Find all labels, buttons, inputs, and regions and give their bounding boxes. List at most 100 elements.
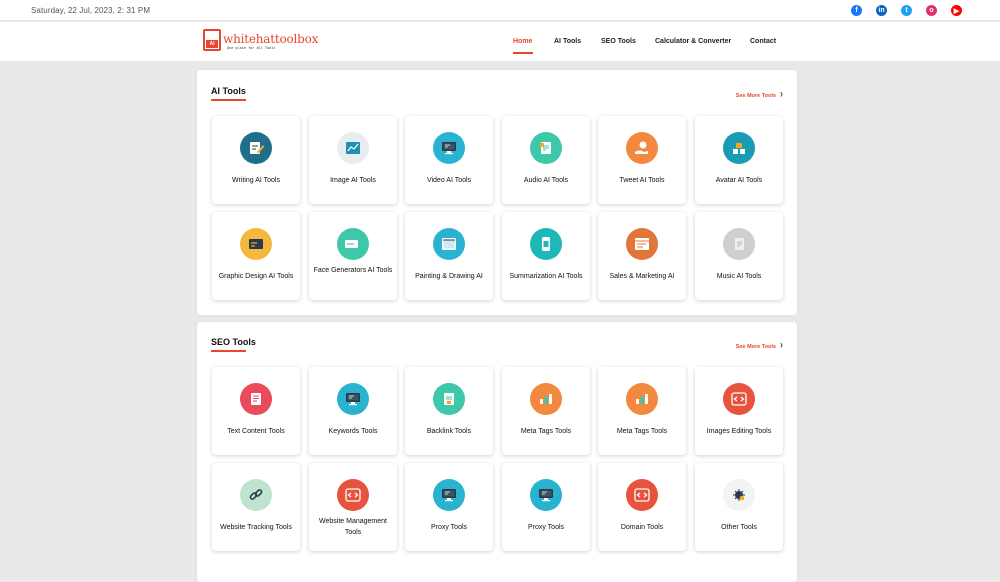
tweet-hand-icon (626, 132, 658, 164)
tool-card-label: Proxy Tools (430, 524, 468, 531)
seo-tool-card[interactable]: Proxy Tools (502, 463, 590, 551)
seo-tool-card[interactable]: Proxy Tools (405, 463, 493, 551)
ai-tool-card[interactable]: Writing AI Tools (212, 116, 300, 204)
backlink-doc-icon (433, 383, 465, 415)
tool-card-label: Domain Tools (620, 524, 664, 531)
code-icon (626, 479, 658, 511)
seo-tool-card[interactable]: Other Tools (695, 463, 783, 551)
ai-tool-card[interactable]: Graphic Design AI Tools (212, 212, 300, 300)
tool-card-label: Sales & Marketing AI (609, 273, 675, 280)
ai-tools-panel: AI Tools See More Tools › Writing AI Tool… (197, 70, 797, 315)
nav-contact[interactable]: Contact (750, 38, 776, 45)
seo-see-more-label: See More Tools (735, 344, 776, 350)
design-board-icon (240, 228, 272, 260)
twitter-icon[interactable]: t (901, 5, 912, 16)
site-header: AI whitehattoolbox One place for all Too… (0, 22, 1000, 62)
tool-card-label: Summarization AI Tools (509, 273, 583, 280)
logo-icon[interactable]: AI (203, 29, 221, 51)
ai-tool-card[interactable]: Video AI Tools (405, 116, 493, 204)
seo-tool-card[interactable]: Text Content Tools (212, 367, 300, 455)
tool-card-label: Meta Tags Tools (616, 428, 668, 435)
monitor-icon (433, 132, 465, 164)
ai-tool-card[interactable]: Tweet AI Tools (598, 116, 686, 204)
browser-window-icon (626, 228, 658, 260)
ai-tool-card[interactable]: Summarization AI Tools (502, 212, 590, 300)
ai-see-more-link[interactable]: See More Tools › (735, 88, 783, 100)
linkedin-icon[interactable]: in (876, 5, 887, 16)
chevron-right-icon: › (780, 339, 783, 351)
seo-tool-card[interactable]: Website Tracking Tools (212, 463, 300, 551)
tool-card-label: Tweet AI Tools (619, 177, 665, 184)
seo-tools-panel: SEO Tools See More Tools › Text Content T… (197, 322, 797, 582)
instagram-icon[interactable]: o (926, 5, 937, 16)
tool-card-label: Backlink Tools (426, 428, 472, 435)
tool-card-label: Painting & Drawing AI (415, 273, 483, 280)
ai-tool-card[interactable]: Painting & Drawing AI (405, 212, 493, 300)
seo-tool-card[interactable]: Meta Tags Tools (502, 367, 590, 455)
tool-card-label: Audio AI Tools (523, 177, 569, 184)
seo-tool-card[interactable]: Meta Tags Tools (598, 367, 686, 455)
ai-tool-card[interactable]: Face Generators AI Tools (309, 212, 397, 300)
seo-tools-heading: SEO Tools (211, 337, 256, 347)
audio-doc-icon (530, 132, 562, 164)
facebook-icon[interactable]: f (851, 5, 862, 16)
seo-tool-card[interactable]: Backlink Tools (405, 367, 493, 455)
logo-text[interactable]: whitehattoolbox (223, 32, 318, 46)
tool-card-label: Keywords Tools (328, 428, 378, 435)
canvas-icon (433, 228, 465, 260)
code-icon (723, 383, 755, 415)
seo-tool-card[interactable]: Images Editing Tools (695, 367, 783, 455)
monitor-icon (530, 479, 562, 511)
seo-tool-card[interactable]: Keywords Tools (309, 367, 397, 455)
ai-tools-heading: AI Tools (211, 86, 246, 96)
nav-seo-tools[interactable]: SEO Tools (601, 38, 636, 45)
tool-card-label: Images Editing Tools (706, 428, 772, 435)
seo-see-more-link[interactable]: See More Tools › (735, 339, 783, 351)
seo-tool-card[interactable]: Domain Tools (598, 463, 686, 551)
ai-tool-card[interactable]: Music AI Tools (695, 212, 783, 300)
tool-card-label: Music AI Tools (716, 273, 762, 280)
current-datetime: Saturday, 22 Jul, 2023, 2: 31 PM (31, 6, 151, 15)
logo-tagline: One place for all Tools (227, 46, 276, 50)
nav-home[interactable]: Home (513, 38, 532, 45)
seo-tool-card[interactable]: Website Management Tools (309, 463, 397, 551)
image-chart-icon (337, 132, 369, 164)
nav-active-indicator (513, 52, 533, 54)
top-bar: Saturday, 22 Jul, 2023, 2: 31 PM f in t o ▶ (0, 0, 1000, 21)
tool-card-label: Writing AI Tools (232, 177, 280, 184)
chevron-right-icon: › (780, 88, 783, 100)
bug-gear-icon (723, 479, 755, 511)
monitor-icon (337, 383, 369, 415)
tool-card-label: Other Tools (721, 524, 757, 531)
music-doc-icon (723, 228, 755, 260)
ai-tool-card[interactable]: Sales & Marketing AI (598, 212, 686, 300)
ai-tool-card[interactable]: Image AI Tools (309, 116, 397, 204)
tool-card-label: Website Management Tools (319, 518, 387, 536)
youtube-icon[interactable]: ▶ (951, 5, 962, 16)
nav-calculator-converter[interactable]: Calculator & Converter (655, 38, 731, 45)
tool-card-label: Meta Tags Tools (520, 428, 572, 435)
meta-chart-icon (530, 383, 562, 415)
monitor-icon (433, 479, 465, 511)
code-icon (337, 479, 369, 511)
nav-ai-tools[interactable]: AI Tools (554, 38, 581, 45)
tool-card-label: Graphic Design AI Tools (218, 273, 294, 280)
tool-card-label: Website Tracking Tools (220, 524, 292, 531)
writing-icon (240, 132, 272, 164)
avatar-blocks-icon (723, 132, 755, 164)
tool-card-label: Avatar AI Tools (715, 177, 763, 184)
phone-doc-icon (530, 228, 562, 260)
ai-tool-card[interactable]: Audio AI Tools (502, 116, 590, 204)
seo-tools-heading-underline (211, 350, 246, 352)
tool-card-label: Video AI Tools (426, 177, 472, 184)
logo-mark-text: AI (206, 40, 218, 48)
ai-see-more-label: See More Tools (735, 93, 776, 99)
ai-tool-card[interactable]: Avatar AI Tools (695, 116, 783, 204)
ai-tools-heading-underline (211, 99, 246, 101)
chain-link-icon (240, 479, 272, 511)
tool-card-label: Image AI Tools (330, 177, 376, 184)
tool-card-label: Proxy Tools (527, 524, 565, 531)
face-card-icon (337, 228, 369, 260)
tool-card-label: Face Generators AI Tools (313, 267, 393, 274)
text-doc-icon (240, 383, 272, 415)
